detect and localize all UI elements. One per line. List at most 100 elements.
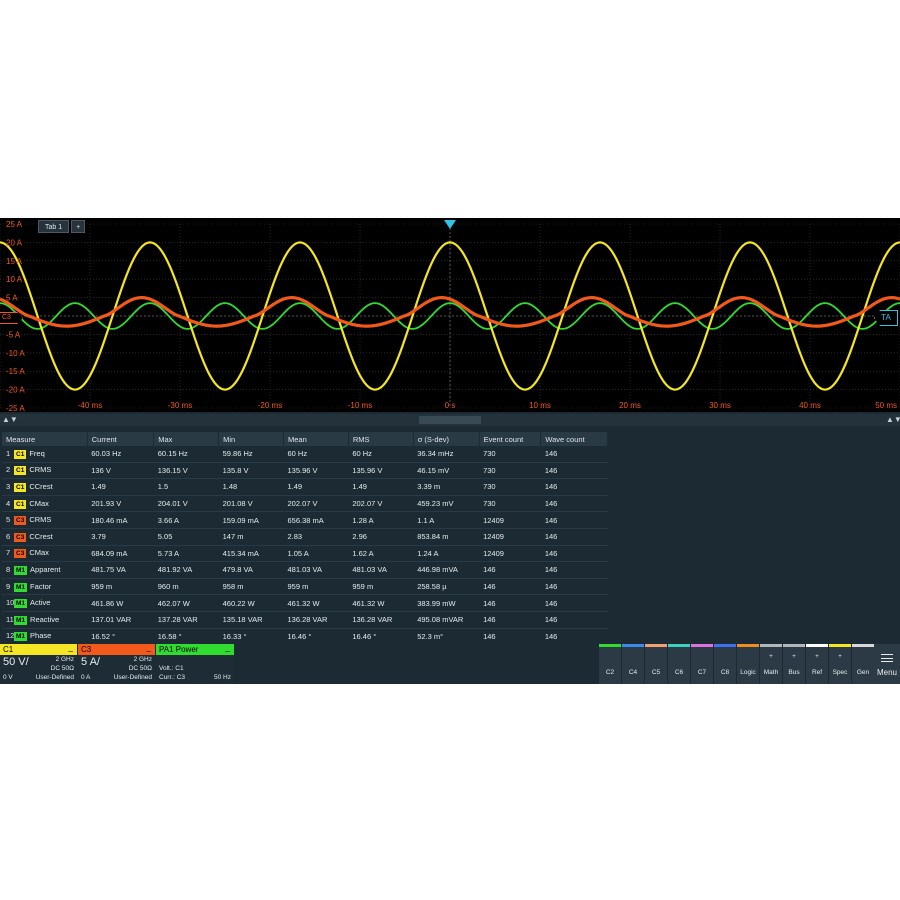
column-header[interactable]: Current: [87, 432, 155, 446]
column-header[interactable]: Measure: [2, 432, 88, 446]
row-number: 12: [6, 631, 15, 641]
measure-cell: 5 C3 CRMS: [2, 511, 88, 529]
cell-current: 684.09 mA: [87, 545, 154, 563]
power-analysis-minimize-icon[interactable]: _: [226, 642, 230, 653]
cell-event: 730: [479, 446, 541, 463]
source-badge: C3: [14, 532, 27, 542]
channel-c1-box[interactable]: C1 _ 50 V/ 2 GHz DC 50Ω 0 V User-Defined: [0, 642, 77, 684]
tab-1[interactable]: Tab 1: [38, 220, 70, 233]
measure-name: Active: [30, 598, 51, 608]
table-row[interactable]: 5 C3 CRMS 180.46 mA 3.66 A 159.09 mA 656.38 mA…: [2, 511, 608, 529]
table-row[interactable]: 8 M1 Apparent 481.75 VA 481.92 VA 479.8 VA 481…: [2, 561, 608, 579]
cell-current: 137.01 VAR: [87, 611, 154, 629]
button-color-strip: [806, 644, 828, 647]
table-row[interactable]: 1 C1 Freq 60.03 Hz 60.15 Hz 59.86 Hz 60 Hz 60 H…: [2, 446, 608, 463]
button-color-strip: [714, 644, 736, 647]
cell-wave: 146: [540, 594, 608, 612]
button-math[interactable]: + Math: [759, 644, 782, 684]
button-ref[interactable]: + Ref: [805, 644, 828, 684]
cell-wave: 146: [540, 545, 608, 563]
y-tick-label: 15 A: [6, 257, 23, 266]
menu-button[interactable]: Menu: [874, 644, 900, 684]
cell-rms: 60 Hz: [348, 446, 414, 463]
power-analysis-box[interactable]: PA1 Power _ Volt.: C1 Curr.: C3 50 Hz: [156, 642, 234, 684]
cell-wave: 146: [540, 528, 608, 546]
measure-cell: 8 M1 Apparent: [2, 561, 88, 579]
table-row[interactable]: 7 C3 CMax 684.09 mA 5.73 A 415.34 mA 1.05 A 1.6…: [2, 545, 608, 563]
row-number: 11: [6, 614, 14, 624]
cell-mean: 481.03 VA: [283, 561, 349, 579]
x-tick-label: 40 ms: [799, 401, 821, 410]
table-row[interactable]: 4 C1 CMax 201.93 V 204.01 V 201.08 V 202.07 V2…: [2, 495, 608, 513]
measure-name: Factor: [30, 581, 52, 591]
button-spec[interactable]: + Spec: [828, 644, 851, 684]
splitter-handle[interactable]: [419, 416, 481, 424]
button-label: C4: [628, 669, 638, 676]
table-row[interactable]: 2 C1 CRMS 136 V 136.15 V 135.8 V 135.96 V 135.9…: [2, 462, 608, 480]
cell-min: 1.48: [218, 478, 284, 496]
waveform-area[interactable]: 25 A20 A15 A10 A5 A0 A-5 A-10 A-15 A-20 …: [0, 218, 900, 412]
column-header[interactable]: Wave count: [540, 432, 608, 446]
button-label: Gen: [856, 669, 870, 676]
button-c2[interactable]: C2: [598, 644, 621, 684]
cell-min: 59.86 Hz: [218, 446, 284, 463]
cell-min: 159.09 mA: [218, 511, 284, 529]
button-c5[interactable]: C5: [644, 644, 667, 684]
cell-mean: 135.96 V: [283, 462, 349, 480]
plus-icon: +: [838, 654, 842, 660]
column-header[interactable]: Max: [153, 432, 220, 446]
trigger-position-marker[interactable]: [444, 220, 456, 229]
column-header[interactable]: RMS: [348, 432, 414, 446]
button-gen[interactable]: Gen: [851, 644, 874, 684]
table-body: 1 C1 Freq 60.03 Hz 60.15 Hz 59.86 Hz 60 Hz 60 H…: [2, 446, 608, 646]
channel-c1-minimize-icon[interactable]: _: [69, 642, 73, 653]
measure-name: CRMS: [29, 515, 52, 525]
channel-c3-box[interactable]: C3 _ 5 A/ 2 GHz DC 50Ω 0 A User-Defined: [78, 642, 155, 684]
channel-c1-scale: 50 V/: [3, 656, 29, 668]
collapse-up-icon[interactable]: ▲▼: [2, 414, 18, 426]
x-tick-label: -10 ms: [348, 401, 372, 410]
column-header[interactable]: Min: [218, 432, 284, 446]
row-number: 1: [6, 448, 11, 458]
channel-c1-name: C1: [3, 645, 14, 654]
column-header[interactable]: Event count: [479, 432, 542, 446]
channel-c3-scale: 5 A/: [81, 656, 100, 668]
column-header[interactable]: Mean: [283, 432, 349, 446]
cell-mean: 60 Hz: [283, 446, 349, 463]
source-badge: M1: [14, 632, 28, 642]
cell-mean: 656.38 mA: [283, 511, 349, 529]
channel-c1-probe: User-Defined: [35, 674, 74, 681]
button-c7[interactable]: C7: [690, 644, 713, 684]
channel-c1-offset: 0 V: [3, 674, 13, 681]
table-row[interactable]: 11 M1 Reactive 137.01 VAR 137.28 VAR 135.18 V…: [2, 611, 608, 629]
button-bus[interactable]: + Bus: [782, 644, 805, 684]
table-row[interactable]: 3 C1 CCrest 1.49 1.5 1.48 1.49 1.49 3.39 m 730 146: [2, 478, 608, 496]
add-tab-button[interactable]: +: [71, 220, 86, 233]
channel-c3-minimize-icon[interactable]: _: [147, 642, 151, 653]
cell-current: 180.46 mA: [87, 511, 154, 529]
button-label: C2: [605, 669, 615, 676]
button-c6[interactable]: C6: [667, 644, 690, 684]
channel-c3-header: C3 _: [78, 642, 155, 655]
x-tick-label: 10 ms: [529, 401, 551, 410]
bottom-toolbar: C1 _ 50 V/ 2 GHz DC 50Ω 0 V User-Defined…: [0, 642, 900, 684]
cell-sdev: 3.39 m: [413, 478, 480, 496]
splitter-bar[interactable]: ▲▼ ▲▼: [0, 414, 900, 426]
cell-sdev: 495.08 mVAR: [413, 611, 480, 629]
button-c4[interactable]: C4: [621, 644, 644, 684]
collapse-down-icon[interactable]: ▲▼: [886, 414, 900, 426]
table-row[interactable]: 6 C3 CCrest 3.79 5.05 147 m 2.83 2.96 853.84 m 12…: [2, 528, 608, 546]
cell-event: 730: [479, 478, 541, 496]
channel-c3-bandwidth: 2 GHz: [133, 656, 152, 663]
table-row[interactable]: 10 M1 Active 461.86 W 462.07 W 460.22 W 461.32…: [2, 594, 608, 612]
column-header[interactable]: σ (S-dev): [413, 432, 480, 446]
cell-current: 136 V: [87, 462, 154, 480]
button-logic[interactable]: Logic: [736, 644, 759, 684]
source-badge: M1: [14, 565, 28, 575]
cell-sdev: 459.23 mV: [413, 495, 480, 513]
cell-sdev: 1.1 A: [413, 511, 480, 529]
measure-cell: 9 M1 Factor: [2, 578, 88, 596]
button-c8[interactable]: C8: [713, 644, 736, 684]
cell-max: 1.5: [153, 478, 219, 496]
table-row[interactable]: 9 M1 Factor 959 m 960 m 958 m 959 m 959 m 258.58…: [2, 578, 608, 596]
